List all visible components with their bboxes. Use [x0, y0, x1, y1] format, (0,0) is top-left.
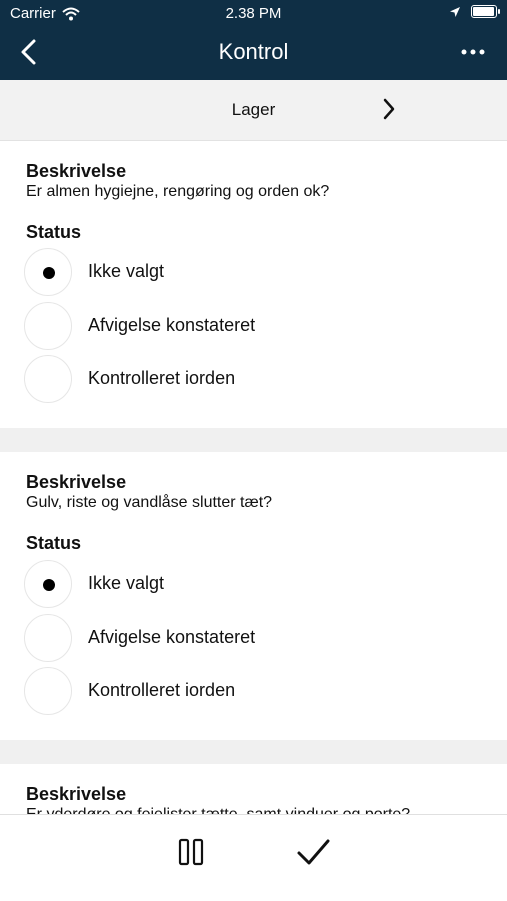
- description-heading: Beskrivelse: [26, 161, 127, 181]
- status-time: 2.38 PM: [225, 5, 282, 22]
- more-button[interactable]: [459, 38, 489, 68]
- location-arrow-icon: [450, 6, 460, 17]
- section-separator: [0, 428, 507, 452]
- radio-button-selected[interactable]: [24, 560, 72, 608]
- nav-bar: Kontrol: [0, 28, 507, 80]
- radio-button[interactable]: [24, 355, 72, 403]
- checklist-item: Beskrivelse Gulv, riste og vandlåse slut…: [0, 452, 507, 740]
- radio-button[interactable]: [24, 302, 72, 350]
- pause-icon: [178, 838, 204, 866]
- done-button[interactable]: [294, 833, 334, 873]
- status-option-ikke-valgt[interactable]: Ikke valgt: [24, 248, 424, 298]
- status-option-kontrolleret[interactable]: Kontrolleret iorden: [24, 355, 424, 405]
- status-indicators: [449, 5, 500, 18]
- bottom-toolbar: [0, 814, 507, 901]
- option-label: Kontrolleret iorden: [88, 680, 236, 700]
- radio-dot: [43, 579, 55, 591]
- radio-button[interactable]: [24, 614, 72, 662]
- description-heading: Beskrivelse: [26, 784, 127, 804]
- status-heading: Status: [26, 533, 82, 553]
- location-label: Lager: [231, 100, 276, 119]
- chevron-right-icon: [383, 98, 395, 120]
- option-label: Afvigelse konstateret: [88, 627, 256, 647]
- page-title: Kontrol: [218, 39, 289, 64]
- battery-icon: [471, 5, 500, 18]
- description-heading: Beskrivelse: [26, 472, 127, 492]
- status-heading: Status: [26, 222, 82, 242]
- option-label: Ikke valgt: [88, 261, 165, 281]
- option-label: Afvigelse konstateret: [88, 315, 256, 335]
- option-label: Ikke valgt: [88, 573, 165, 593]
- next-location-button[interactable]: [375, 95, 403, 123]
- radio-dot: [43, 267, 55, 279]
- description-text: Er almen hygiejne, rengøring og orden ok…: [26, 183, 330, 200]
- checkmark-icon: [297, 839, 330, 865]
- status-option-afvigelse[interactable]: Afvigelse konstateret: [24, 614, 424, 664]
- radio-button-selected[interactable]: [24, 248, 72, 296]
- more-horizontal-icon: [461, 49, 485, 55]
- app-header: Carrier 2.38 PM Kontrol: [0, 0, 507, 80]
- radio-button[interactable]: [24, 667, 72, 715]
- option-label: Kontrolleret iorden: [88, 368, 236, 388]
- checklist-item: Beskrivelse Er almen hygiejne, rengøring…: [0, 141, 507, 428]
- status-option-kontrolleret[interactable]: Kontrolleret iorden: [24, 667, 424, 717]
- description-text: Er yderdøre og fejelister tætte, samt vi…: [26, 806, 410, 814]
- description-text: Gulv, riste og vandlåse slutter tæt?: [26, 494, 273, 511]
- pause-button[interactable]: [172, 833, 212, 873]
- location-bar: Lager: [0, 80, 507, 141]
- status-option-ikke-valgt[interactable]: Ikke valgt: [24, 560, 424, 610]
- checklist-item: Beskrivelse Er yderdøre og fejelister tæ…: [0, 764, 507, 814]
- section-separator: [0, 740, 507, 764]
- status-bar: Carrier 2.38 PM: [0, 0, 507, 28]
- status-option-afvigelse[interactable]: Afvigelse konstateret: [24, 302, 424, 352]
